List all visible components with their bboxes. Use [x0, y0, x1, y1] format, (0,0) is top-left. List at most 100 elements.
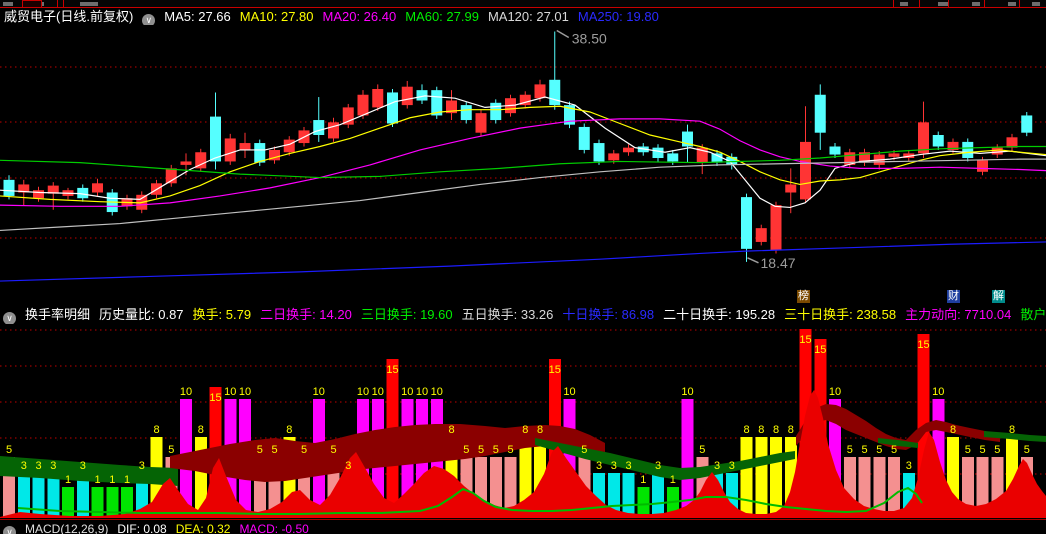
indicator-value: 三十日换手: 238.58: [784, 307, 897, 322]
svg-text:1: 1: [94, 474, 100, 486]
svg-text:3: 3: [655, 460, 661, 472]
svg-text:3: 3: [729, 460, 735, 472]
svg-text:15: 15: [814, 344, 826, 356]
chevron-down-icon[interactable]: ∨: [3, 526, 16, 534]
ma-value: MA120: 27.01: [487, 9, 569, 24]
svg-text:8: 8: [788, 424, 794, 436]
svg-text:5: 5: [6, 444, 12, 456]
svg-text:8: 8: [773, 424, 779, 436]
svg-text:3: 3: [625, 460, 631, 472]
chevron-down-icon[interactable]: ∨: [3, 312, 16, 324]
svg-text:10: 10: [829, 386, 841, 398]
event-badge[interactable]: 解: [992, 290, 1005, 303]
svg-text:5: 5: [891, 444, 897, 456]
svg-text:5: 5: [581, 444, 587, 456]
svg-text:5: 5: [876, 444, 882, 456]
svg-text:8: 8: [522, 424, 528, 436]
svg-text:3: 3: [714, 460, 720, 472]
indicator-value: 十日换手: 86.98: [562, 307, 655, 322]
svg-text:38.50: 38.50: [572, 31, 607, 47]
indicator-value: 二日换手: 14.20: [260, 307, 352, 322]
ma-value: MA5: 27.66: [164, 9, 231, 24]
svg-text:8: 8: [153, 424, 159, 436]
svg-text:1: 1: [109, 474, 115, 486]
macd-value: MACD: -0.50: [239, 522, 309, 534]
svg-text:15: 15: [917, 339, 929, 351]
svg-text:8: 8: [950, 424, 956, 436]
indicator-value: 散户动向: 5996.70: [1020, 307, 1046, 322]
stock-header-row: 威贸电子(日线.前复权) ∨ MA5: 27.66 MA10: 27.80 MA20: …: [4, 9, 1046, 25]
svg-text:3: 3: [80, 460, 86, 472]
macd-footer-row: ∨ MACD(12,26,9) DIF: 0.08 DEA: 0.32 MACD: -0…: [0, 519, 1046, 534]
ma-value: MA10: 27.80: [239, 9, 314, 24]
indicator-value: 五日换手: 33.26: [461, 307, 554, 322]
page-title: 威贸电子(日线.前复权): [4, 9, 134, 24]
indicator-value: 三日换手: 19.60: [360, 307, 453, 322]
indicator-value: 主力动向: 7710.04: [905, 307, 1012, 322]
svg-text:5: 5: [271, 444, 277, 456]
event-badge[interactable]: 财: [947, 290, 960, 303]
macd-value: MACD(12,26,9): [25, 522, 109, 534]
svg-text:8: 8: [198, 424, 204, 436]
svg-text:15: 15: [549, 364, 561, 376]
svg-text:15: 15: [386, 364, 398, 376]
svg-text:18.47: 18.47: [761, 255, 796, 271]
tdx-chart-window: { "header": { "title": "威贸电子(日线.前复权)", "…: [0, 0, 1046, 534]
svg-text:1: 1: [640, 474, 646, 486]
svg-text:15: 15: [799, 334, 811, 346]
svg-text:10: 10: [416, 386, 428, 398]
svg-text:5: 5: [861, 444, 867, 456]
svg-text:1: 1: [670, 474, 676, 486]
indicator-value: 换手率明细: [25, 307, 91, 322]
svg-text:10: 10: [681, 386, 693, 398]
svg-text:3: 3: [139, 460, 145, 472]
svg-text:8: 8: [448, 424, 454, 436]
svg-text:5: 5: [1024, 444, 1030, 456]
svg-text:8: 8: [537, 424, 543, 436]
svg-text:5: 5: [330, 444, 336, 456]
svg-text:5: 5: [478, 444, 484, 456]
svg-text:5: 5: [965, 444, 971, 456]
indicator-value: 换手: 5.79: [192, 307, 252, 322]
svg-text:5: 5: [493, 444, 499, 456]
svg-text:8: 8: [1009, 424, 1015, 436]
svg-text:8: 8: [743, 424, 749, 436]
svg-text:5: 5: [301, 444, 307, 456]
event-badge[interactable]: 榜: [797, 290, 810, 303]
ma-value: MA20: 26.40: [322, 9, 397, 24]
svg-text:10: 10: [224, 386, 236, 398]
svg-text:5: 5: [507, 444, 513, 456]
svg-text:10: 10: [431, 386, 443, 398]
svg-text:10: 10: [180, 386, 192, 398]
svg-text:3: 3: [596, 460, 602, 472]
ma-readout: MA5: 27.66 MA10: 27.80 MA20: 26.40 MA60: 27…: [164, 9, 668, 24]
indicator-readout: 换手率明细 历史量比: 0.87 换手: 5.79 二日换手: 14.20 三日换手: …: [25, 307, 1046, 322]
svg-text:3: 3: [345, 460, 351, 472]
svg-text:5: 5: [994, 444, 1000, 456]
svg-text:3: 3: [35, 460, 41, 472]
svg-text:5: 5: [168, 444, 174, 456]
svg-text:3: 3: [906, 460, 912, 472]
svg-text:8: 8: [286, 424, 292, 436]
svg-text:10: 10: [357, 386, 369, 398]
indicator-header-row: ∨ 换手率明细 历史量比: 0.87 换手: 5.79 二日换手: 14.20 三日换手:…: [3, 306, 1046, 324]
indicator-value: 历史量比: 0.87: [99, 307, 184, 322]
svg-text:3: 3: [21, 460, 27, 472]
svg-text:10: 10: [932, 386, 944, 398]
footer-readout: MACD(12,26,9) DIF: 0.08 DEA: 0.32 MACD: -0.…: [25, 522, 318, 534]
svg-text:1: 1: [65, 474, 71, 486]
svg-text:5: 5: [847, 444, 853, 456]
ma-value: MA250: 19.80: [577, 9, 659, 24]
svg-text:10: 10: [239, 386, 251, 398]
svg-text:10: 10: [401, 386, 413, 398]
svg-text:15: 15: [209, 392, 221, 404]
svg-text:8: 8: [758, 424, 764, 436]
chevron-down-icon[interactable]: ∨: [142, 14, 156, 25]
svg-text:10: 10: [372, 386, 384, 398]
macd-value: DIF: 0.08: [117, 522, 167, 534]
svg-text:5: 5: [699, 444, 705, 456]
macd-value: DEA: 0.32: [175, 522, 231, 534]
svg-text:1: 1: [124, 474, 130, 486]
chart-canvas[interactable]: 53 3 3131 1 138510815 10 105 585105310 101510 10 1…: [0, 0, 1046, 531]
svg-text:10: 10: [313, 386, 325, 398]
